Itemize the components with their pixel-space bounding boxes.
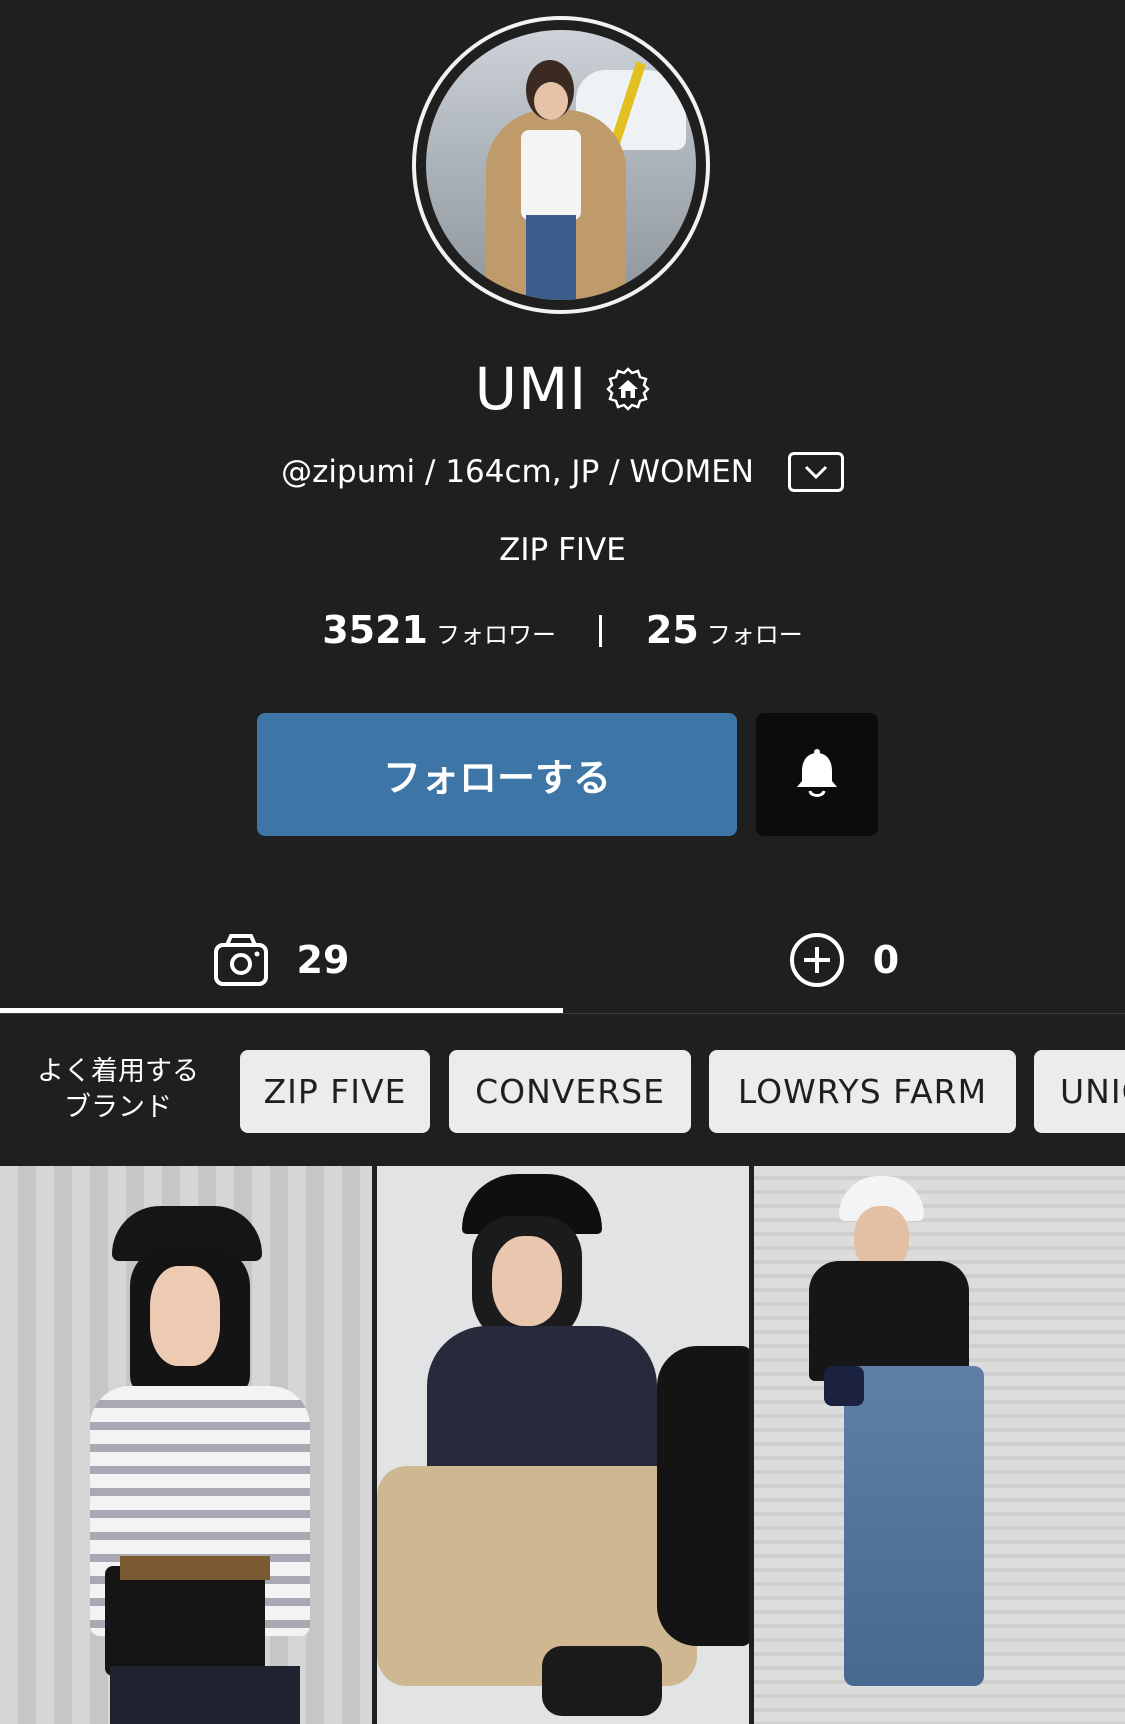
profile-meta-row: @zipumi / 164cm, JP / WOMEN xyxy=(0,452,1125,508)
profile-meta: @zipumi / 164cm, JP / WOMEN xyxy=(281,454,754,490)
chevron-down-icon xyxy=(804,465,827,480)
profile-name-row: UMI xyxy=(0,355,1125,425)
following-count: 25 xyxy=(645,608,699,652)
brand-chip-uniqlo[interactable]: UNIQLO xyxy=(1034,1050,1125,1133)
stats-divider xyxy=(599,615,603,647)
frequent-brands-label-line2: ブランド xyxy=(64,1092,172,1123)
tab-saved[interactable]: 0 xyxy=(563,915,1125,1005)
profile-name: UMI xyxy=(474,355,588,423)
profile-shop: ZIP FIVE xyxy=(499,532,626,568)
followers-label: フォロワー xyxy=(435,621,556,649)
profile-details-toggle[interactable] xyxy=(787,452,844,492)
camera-icon xyxy=(213,934,268,986)
follow-button[interactable]: フォローする xyxy=(257,713,737,836)
post-thumbnail-3[interactable] xyxy=(754,1166,1125,1724)
shop-badge-icon xyxy=(606,367,651,411)
post-thumbnail-1[interactable] xyxy=(0,1166,372,1724)
avatar[interactable] xyxy=(426,30,696,300)
post-thumbnail-2[interactable] xyxy=(377,1166,749,1724)
frequent-brands-label-line1: よく着用する xyxy=(37,1056,199,1087)
frequent-brands-label: よく着用する ブランド xyxy=(30,1054,206,1126)
brand-chip-converse[interactable]: CONVERSE xyxy=(449,1050,691,1133)
following-stat[interactable]: 25 フォロー xyxy=(645,608,803,652)
profile-stats: 3521 フォロワー 25 フォロー xyxy=(0,608,1125,652)
avatar-ring[interactable] xyxy=(412,16,710,314)
following-label: フォロー xyxy=(706,621,803,649)
posts-count: 29 xyxy=(296,938,350,982)
bell-icon xyxy=(797,748,837,797)
tab-divider xyxy=(0,1013,1125,1014)
brand-chip-lowrys-farm[interactable]: LOWRYS FARM xyxy=(709,1050,1016,1133)
followers-stat[interactable]: 3521 フォロワー xyxy=(322,608,567,652)
followers-count: 3521 xyxy=(322,608,428,652)
notification-button[interactable] xyxy=(756,713,878,836)
brand-chip-zip-five[interactable]: ZIP FIVE xyxy=(240,1050,430,1133)
saved-count: 0 xyxy=(872,938,900,982)
plus-circle-icon xyxy=(789,933,844,987)
tab-posts[interactable]: 29 xyxy=(0,915,562,1005)
